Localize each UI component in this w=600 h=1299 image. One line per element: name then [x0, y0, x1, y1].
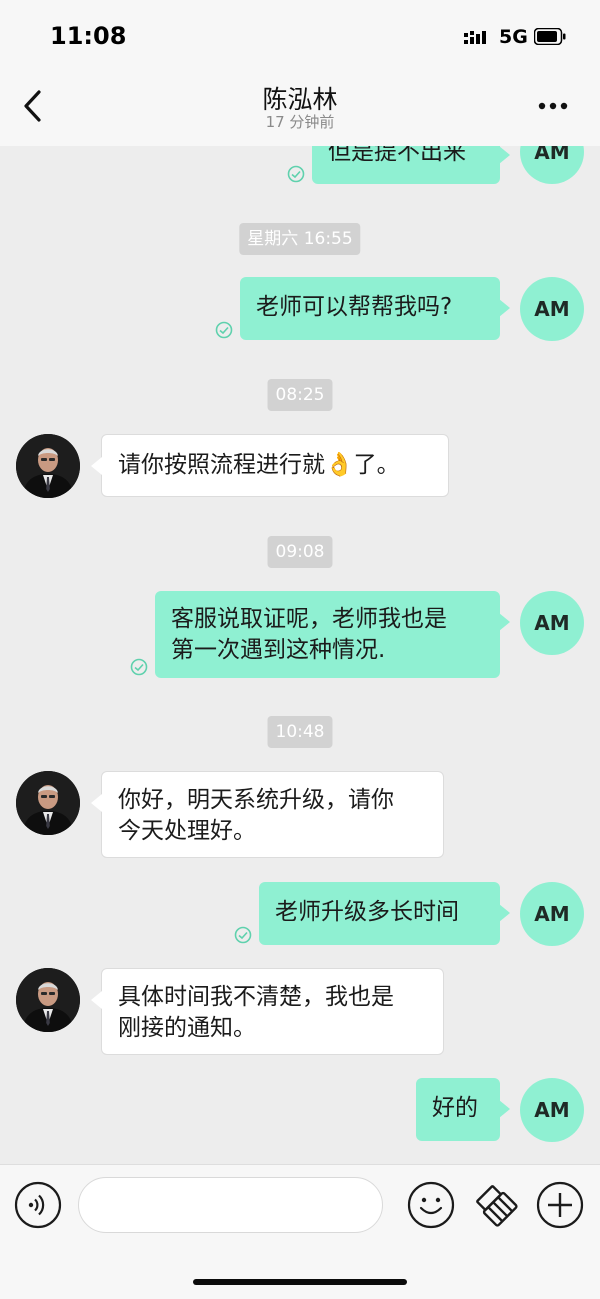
- emoji-icon[interactable]: [407, 1181, 455, 1229]
- timestamp: 10:48: [267, 716, 333, 748]
- avatar-contact[interactable]: [16, 771, 80, 835]
- avatar-me[interactable]: AM: [520, 882, 584, 946]
- contact-photo: [16, 434, 80, 498]
- read-check-icon: [130, 658, 148, 676]
- message-text: 老师升级多长时间: [275, 899, 459, 925]
- timestamp: 08:25: [267, 379, 333, 411]
- input-bar: [0, 1164, 600, 1299]
- message-line: 你好，明天系统升级，请你: [118, 787, 394, 813]
- avatar-contact[interactable]: [16, 434, 80, 498]
- message-text: 但是提不出来: [328, 146, 466, 165]
- message-line: 刚接的通知。: [118, 1015, 256, 1041]
- last-seen: 17 分钟前: [265, 113, 335, 131]
- read-check-icon: [234, 926, 252, 944]
- message-bubble-received[interactable]: 请你按照流程进行就👌了。: [91, 434, 449, 497]
- avatar-contact[interactable]: [16, 968, 80, 1032]
- message-bubble-sent[interactable]: 老师升级多长时间: [259, 882, 510, 945]
- top-bar: 11:08 5G 陈泓林 17 分钟前: [0, 0, 600, 146]
- message-bubble-sent[interactable]: 客服说取证呢，老师我也是 第一次遇到这种情况.: [155, 591, 510, 678]
- contact-photo: [16, 968, 80, 1032]
- more-icon[interactable]: [538, 100, 568, 112]
- avatar-me[interactable]: AM: [520, 277, 584, 341]
- message-text: 老师可以帮帮我吗?: [256, 294, 453, 320]
- message-line: 第一次遇到这种情况.: [171, 637, 386, 663]
- message-text: 请你按照流程进行就: [118, 452, 325, 478]
- home-indicator[interactable]: [193, 1279, 407, 1285]
- read-check-icon: [287, 165, 305, 183]
- message-line: 具体时间我不清楚，我也是: [118, 984, 394, 1010]
- network-label: 5G: [499, 26, 528, 48]
- timestamp: 09:08: [267, 536, 333, 568]
- message-bubble-received[interactable]: 具体时间我不清楚，我也是 刚接的通知。: [91, 968, 444, 1055]
- ok-hand-emoji: 👌: [325, 452, 354, 478]
- message-bubble-received[interactable]: 你好，明天系统升级，请你 今天处理好。: [91, 771, 444, 858]
- signal-icon: [464, 31, 486, 44]
- status-time: 11:08: [50, 22, 127, 50]
- plus-icon[interactable]: [536, 1181, 584, 1229]
- avatar-me[interactable]: AM: [520, 146, 584, 184]
- message-bubble-sent[interactable]: 好的: [416, 1078, 510, 1141]
- avatar-me[interactable]: AM: [520, 1078, 584, 1142]
- message-bubble-sent[interactable]: 老师可以帮帮我吗?: [240, 277, 510, 340]
- avatar-me[interactable]: AM: [520, 591, 584, 655]
- message-text: 了。: [353, 452, 400, 478]
- message-input[interactable]: [78, 1177, 383, 1233]
- timestamp: 星期六 16:55: [239, 223, 361, 255]
- sticker-icon[interactable]: [472, 1181, 520, 1229]
- message-line: 今天处理好。: [118, 818, 256, 844]
- voice-icon[interactable]: [14, 1181, 62, 1229]
- battery-icon: [534, 28, 566, 45]
- message-bubble-sent[interactable]: 但是提不出来: [312, 146, 510, 184]
- contact-photo: [16, 771, 80, 835]
- chat-area[interactable]: 但是提不出来 AM 星期六 16:55 老师可以帮帮我吗? AM 08:25 请…: [0, 146, 600, 1164]
- message-line: 客服说取证呢，老师我也是: [171, 606, 447, 632]
- message-text: 好的: [432, 1095, 478, 1121]
- read-check-icon: [215, 321, 233, 339]
